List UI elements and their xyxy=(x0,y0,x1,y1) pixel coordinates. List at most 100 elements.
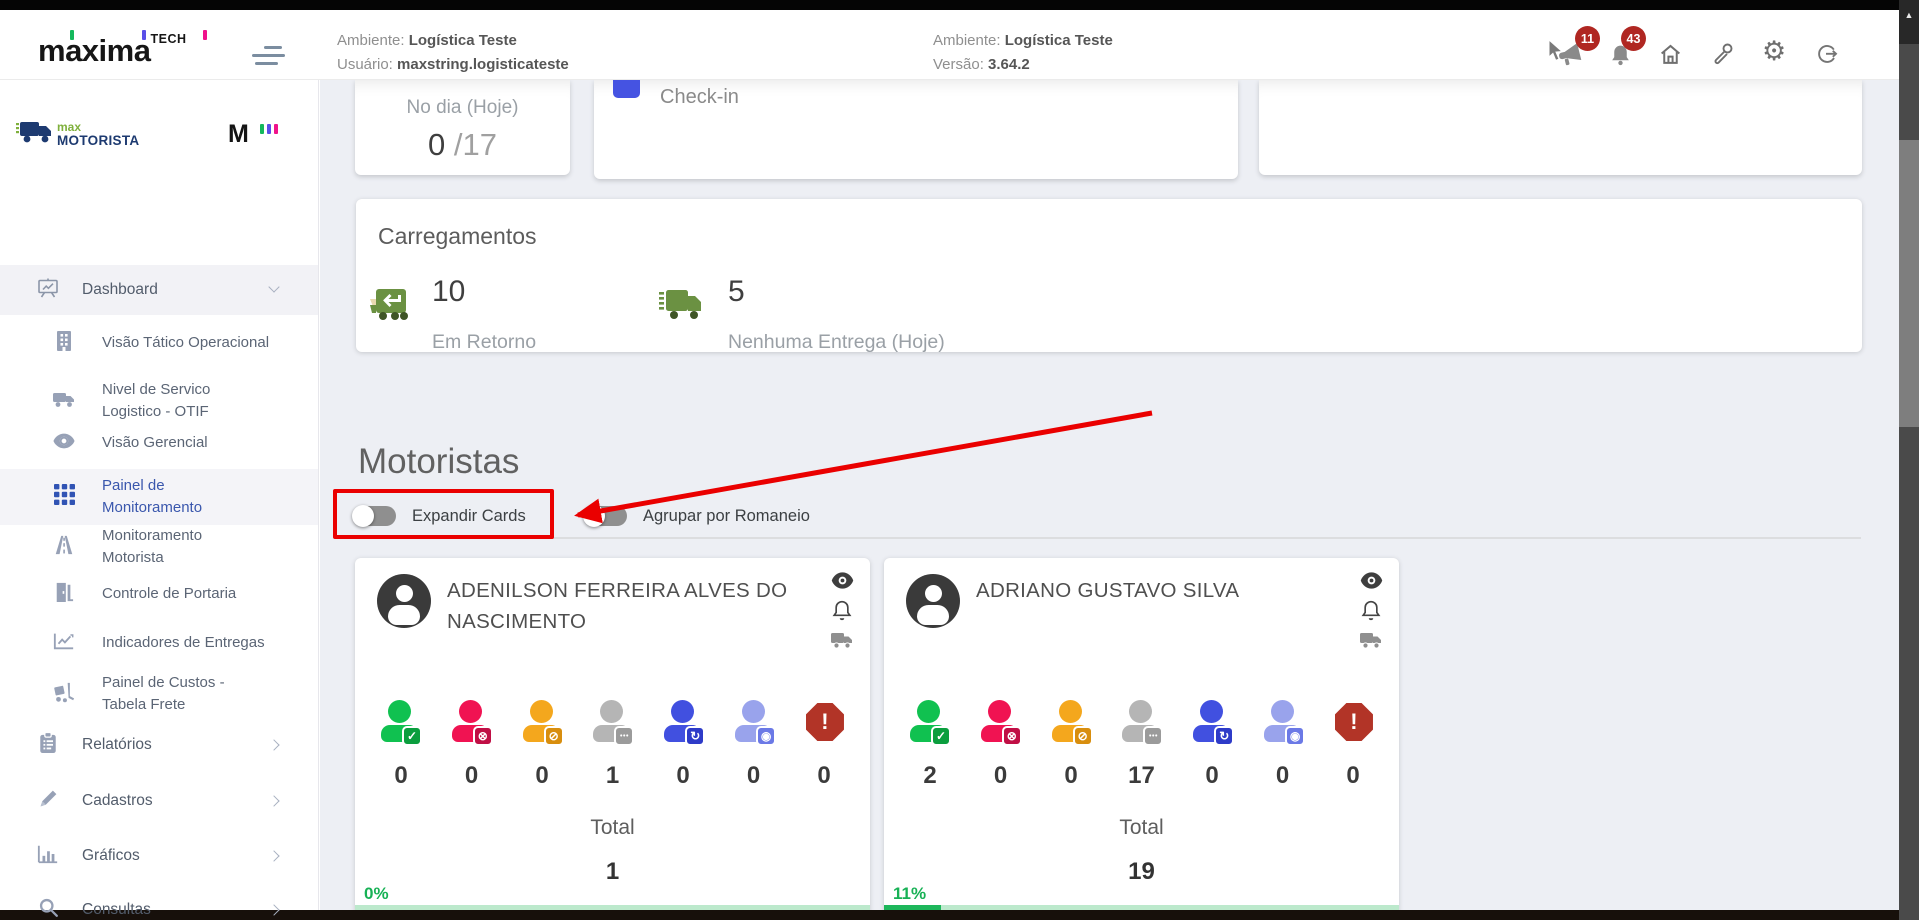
toggle-switch[interactable] xyxy=(583,505,627,527)
sidebar-item-label: Visão Tático Operacional xyxy=(102,332,290,354)
logo-accent-green xyxy=(70,30,74,40)
sidebar-item-label: Monitoramento xyxy=(102,527,202,544)
view-eye-icon[interactable] xyxy=(831,572,854,594)
notifications-badge[interactable]: 43 xyxy=(1621,26,1646,51)
driver-status-icons: ✓ ⊗ ⊘ ••• ↻ ◉ ! xyxy=(910,700,1373,746)
alert-octagon-icon: ! xyxy=(1335,703,1373,741)
sidebar-item-label: Nivel de Servico xyxy=(102,381,210,398)
toggle-switch[interactable] xyxy=(352,505,396,527)
sidebar-item-visao-gerencial[interactable]: Visão Gerencial xyxy=(0,424,318,462)
env-label: Ambiente: xyxy=(337,32,405,49)
sidebar-item-label: Controle de Portaria xyxy=(102,583,290,605)
brand-name: maxima xyxy=(38,33,150,68)
sidebar-item-dashboard[interactable]: Dashboard xyxy=(0,265,318,315)
today-suffix: /17 xyxy=(445,127,497,162)
sidebar-item-painel-monitoramento[interactable]: Painel deMonitoramento xyxy=(0,469,318,525)
section-title-motoristas: Motoristas xyxy=(358,442,519,482)
vertical-scrollbar[interactable]: ▲ xyxy=(1899,0,1919,920)
logo-accent-blue xyxy=(142,30,146,40)
road-icon xyxy=(52,534,76,561)
door-icon xyxy=(52,581,76,608)
sidebar-item-controle-portaria[interactable]: Controle de Portaria xyxy=(0,575,318,613)
driver-card[interactable]: ADENILSON FERREIRA ALVES DO NASCIMENTO ✓… xyxy=(355,558,870,912)
toggle-expandir-cards[interactable]: Expandir Cards xyxy=(352,503,526,529)
building-icon xyxy=(52,330,76,357)
sidebar-item-indicadores-entregas[interactable]: Indicadores de Entregas xyxy=(0,624,318,662)
chevron-right-icon xyxy=(268,904,279,915)
checkin-icon xyxy=(613,80,640,98)
chevron-right-icon xyxy=(268,850,279,861)
pencil-icon xyxy=(36,788,60,814)
view-eye-icon[interactable] xyxy=(1360,572,1383,594)
card-no-dia-hoje: No dia (Hoje) 0 /17 xyxy=(355,80,570,175)
driver-name: ADRIANO GUSTAVO SILVA xyxy=(976,575,1324,606)
sidebar-item-label: Gráficos xyxy=(82,845,270,867)
env-value: Logística Teste xyxy=(1005,32,1113,49)
toggle-agrupar-romaneio[interactable]: Agrupar por Romaneio xyxy=(583,503,810,529)
max-motorista-logo: max MOTORISTA M xyxy=(0,110,319,160)
sidebar-item-painel-custos[interactable]: Painel de Custos -Tabela Frete xyxy=(0,666,318,722)
scrollbar-thumb[interactable] xyxy=(1899,140,1919,427)
version-label: Versão: xyxy=(933,56,984,73)
person-pending-icon: ••• xyxy=(1122,700,1162,746)
maxima-tech-logo: maximaTECH xyxy=(38,32,208,76)
carreg-value: 10 xyxy=(432,275,465,309)
home-icon[interactable] xyxy=(1658,42,1683,72)
brand-sub: TECH xyxy=(150,32,186,46)
grid-icon xyxy=(52,484,76,510)
motorista-truck-icon xyxy=(16,118,54,151)
person-check-icon: ✓ xyxy=(381,700,421,746)
sidebar-group-cadastros[interactable]: Cadastros xyxy=(0,782,318,820)
driver-card[interactable]: ADRIANO GUSTAVO SILVA ✓ ⊗ ⊘ ••• ↻ ◉ ! 20… xyxy=(884,558,1399,912)
truck-delivery-icon xyxy=(658,285,704,328)
alert-bell-icon[interactable] xyxy=(832,599,852,626)
settings-gear-icon[interactable]: ⚙ xyxy=(1762,38,1786,64)
tools-wrench-icon[interactable] xyxy=(1712,42,1736,71)
environment-info-right: Ambiente: Logística Teste Versão: 3.64.2 xyxy=(933,29,1113,77)
dashboard-easel-icon xyxy=(36,276,60,305)
sidebar-item-visao-tatico[interactable]: Visão Tático Operacional xyxy=(0,324,318,362)
driver-status-counts: 0001000 xyxy=(381,762,844,790)
sidebar-item-label: Cadastros xyxy=(82,790,270,812)
environment-info-left: Ambiente: Logística Teste Usuário: maxst… xyxy=(337,29,569,77)
logo-product: MOTORISTA xyxy=(57,133,139,148)
header: maximaTECH Ambiente: Logística Teste Usu… xyxy=(0,10,1899,80)
app-window: maximaTECH Ambiente: Logística Teste Usu… xyxy=(0,0,1919,920)
total-label: Total xyxy=(884,816,1399,840)
sidebar-group-consultas[interactable]: Consultas xyxy=(0,891,318,920)
card-checkin: Check-in xyxy=(594,80,1238,179)
alert-bell-icon[interactable] xyxy=(1361,599,1381,626)
alert-octagon-icon: ! xyxy=(806,703,844,741)
toggle-label: Expandir Cards xyxy=(412,507,526,526)
today-value: 0 xyxy=(428,127,445,162)
logo-prefix: max xyxy=(57,122,81,133)
sidebar-group-relatorios[interactable]: Relatórios xyxy=(0,726,318,764)
sidebar-item-otif[interactable]: Nivel de ServicoLogistico - OTIF xyxy=(0,370,318,432)
search-icon xyxy=(36,897,60,920)
user-label: Usuário: xyxy=(337,56,393,73)
top-edge-strip xyxy=(0,0,1899,10)
mini-logo: M xyxy=(228,120,249,149)
sidebar-item-label: Painel de xyxy=(102,477,165,494)
scroll-up-arrow[interactable]: ▲ xyxy=(1899,0,1919,44)
logout-icon[interactable] xyxy=(1815,42,1839,71)
sidebar-item-label: Consultas xyxy=(82,899,270,920)
person-sync-icon: ↻ xyxy=(1193,700,1233,746)
toggle-label: Agrupar por Romaneio xyxy=(643,507,810,526)
menu-toggle-icon[interactable] xyxy=(252,46,286,68)
sidebar-group-graficos[interactable]: Gráficos xyxy=(0,837,318,875)
announcements-badge[interactable]: 11 xyxy=(1575,26,1600,51)
truck-icon[interactable] xyxy=(1359,631,1383,655)
carreg-label: Em Retorno xyxy=(432,331,536,354)
driver-status-icons: ✓ ⊗ ⊘ ••• ↻ ◉ ! xyxy=(381,700,844,746)
person-sync-icon: ↻ xyxy=(664,700,704,746)
chevron-right-icon xyxy=(268,795,279,806)
sidebar-item-monitoramento-motorista[interactable]: MonitoramentoMotorista xyxy=(0,520,318,574)
card-carregamentos: Carregamentos 10 Em Retorno 5 Nenhuma En… xyxy=(356,199,1862,352)
person-cancel-icon: ⊗ xyxy=(452,700,492,746)
logo-accent-pink xyxy=(203,30,207,40)
hand-truck-icon xyxy=(52,681,76,708)
total-label: Total xyxy=(355,816,870,840)
truck-icon[interactable] xyxy=(830,631,854,655)
truck-icon xyxy=(52,389,76,414)
